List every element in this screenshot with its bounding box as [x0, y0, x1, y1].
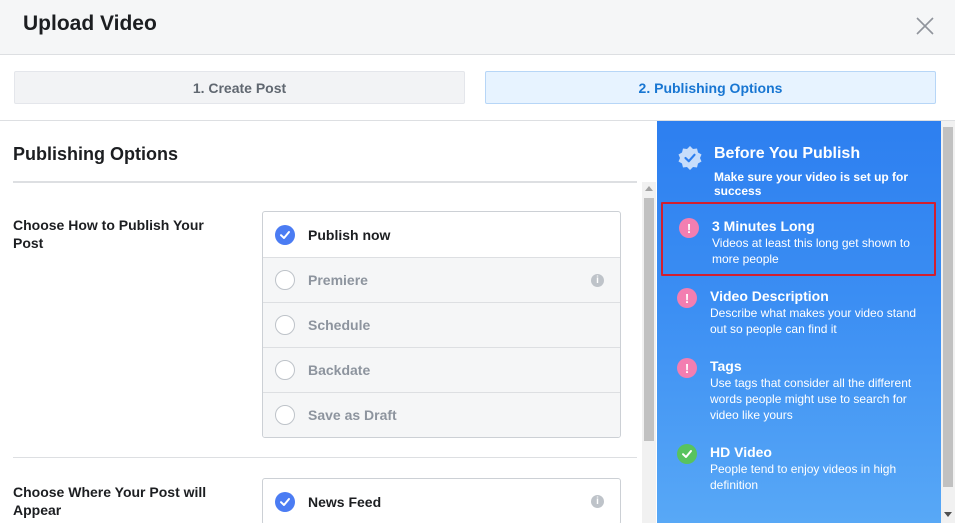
- option-schedule[interactable]: Schedule: [263, 302, 620, 347]
- warning-icon: !: [677, 358, 697, 378]
- option-label: Publish now: [308, 226, 391, 243]
- tip-title: Tags: [710, 358, 742, 374]
- option-backdate[interactable]: Backdate: [263, 347, 620, 392]
- tab-publishing-options[interactable]: 2. Publishing Options: [485, 71, 936, 104]
- tip-title: 3 Minutes Long: [712, 218, 815, 234]
- option-premiere[interactable]: Premiere i: [263, 257, 620, 302]
- left-scrollbar[interactable]: [642, 182, 656, 523]
- info-icon[interactable]: i: [591, 495, 604, 508]
- radio-button[interactable]: [275, 360, 295, 380]
- tip-description: People tend to enjoy videos in high defi…: [710, 462, 897, 492]
- tip-title: Video Description: [710, 288, 829, 304]
- verified-badge-icon: [678, 146, 702, 170]
- section-title: Publishing Options: [13, 144, 178, 164]
- divider: [13, 457, 637, 458]
- scroll-up-icon[interactable]: [645, 186, 653, 191]
- warning-icon: !: [677, 288, 697, 308]
- tab-create-post[interactable]: 1. Create Post: [14, 71, 465, 104]
- panel-subtitle: Make sure your video is set up for succe…: [714, 170, 909, 198]
- option-label: Save as Draft: [308, 407, 397, 423]
- option-label: Backdate: [308, 362, 371, 378]
- panel-title: Before You Publish: [714, 145, 861, 162]
- dialog-header: Upload Video: [0, 0, 955, 55]
- option-label: Premiere: [308, 272, 368, 288]
- option-label: Schedule: [308, 317, 371, 333]
- publishing-options-panel: Publishing Options Choose How to Publish…: [0, 122, 642, 523]
- before-you-publish-panel: Before You Publish Make sure your video …: [657, 121, 955, 523]
- checkmark-icon: [275, 224, 295, 245]
- placement-label: Choose Where Your Post will Appear: [13, 484, 207, 518]
- radio-button[interactable]: [275, 270, 295, 290]
- close-icon[interactable]: [915, 16, 935, 36]
- tip-video-description[interactable]: ! Video Description Describe what makes …: [661, 274, 936, 342]
- checkmark-icon: [677, 444, 697, 464]
- right-scrollbar[interactable]: [941, 121, 955, 523]
- info-icon[interactable]: i: [591, 274, 604, 287]
- tip-3-minutes-long[interactable]: ! 3 Minutes Long Videos at least this lo…: [661, 202, 936, 276]
- warning-icon: !: [679, 218, 699, 238]
- divider: [13, 181, 637, 183]
- scroll-down-icon[interactable]: [944, 512, 952, 517]
- tip-title: HD Video: [710, 444, 772, 460]
- tip-tags[interactable]: ! Tags Use tags that consider all the di…: [661, 344, 936, 428]
- tip-description: Describe what makes your video stand out…: [710, 306, 917, 336]
- tip-description: Use tags that consider all the different…: [710, 376, 912, 422]
- tip-hd-video[interactable]: HD Video People tend to enjoy videos in …: [661, 430, 936, 498]
- option-save-as-draft[interactable]: Save as Draft: [263, 392, 620, 437]
- publish-method-options: Publish now Premiere i Schedule Backdate…: [262, 211, 621, 438]
- scrollbar-thumb[interactable]: [943, 127, 953, 487]
- step-tabs: 1. Create Post 2. Publishing Options: [0, 55, 955, 121]
- option-publish-now[interactable]: Publish now: [263, 212, 620, 257]
- scrollbar-thumb[interactable]: [644, 198, 654, 441]
- checkmark-icon: [275, 491, 295, 512]
- publish-method-label: Choose How to Publish Your Post: [13, 217, 204, 251]
- dialog-title: Upload Video: [23, 12, 157, 35]
- placement-options: News Feed i: [262, 478, 621, 523]
- tip-description: Videos at least this long get shown to m…: [712, 236, 910, 266]
- radio-button[interactable]: [275, 405, 295, 425]
- option-news-feed[interactable]: News Feed i: [263, 479, 620, 523]
- radio-button[interactable]: [275, 315, 295, 335]
- option-label: News Feed: [308, 493, 382, 510]
